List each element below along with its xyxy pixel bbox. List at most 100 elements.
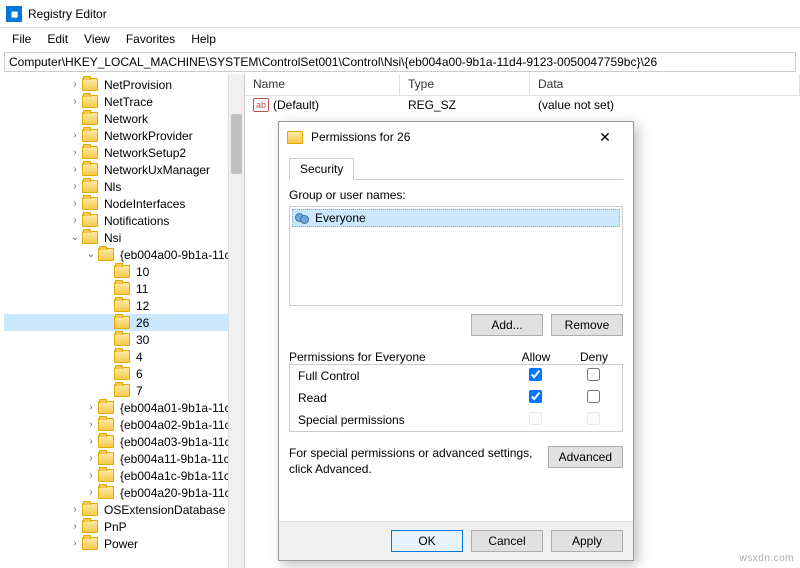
tree-item[interactable]: ›OSExtensionDatabase [4,501,244,518]
folder-icon [114,316,130,329]
folder-icon [82,214,98,227]
tree-item[interactable]: › {eb004a03-9b1a-11c [4,433,244,450]
tree-item[interactable]: 10 [4,263,244,280]
chevron-right-icon[interactable]: › [68,78,82,92]
allow-checkbox[interactable] [529,390,542,403]
chevron-down-icon[interactable]: ⌄ [84,248,98,262]
tree-item[interactable]: 4 [4,348,244,365]
chevron-right-icon[interactable]: › [84,435,98,449]
tree-item[interactable]: › {eb004a11-9b1a-11c [4,450,244,467]
folder-icon [98,401,114,414]
tree-item[interactable]: 30 [4,331,244,348]
tree-label: {eb004a11-9b1a-11c [118,452,232,466]
tree-item[interactable]: ›{eb004a02-9b1a-11c [4,416,244,433]
folder-icon [82,146,98,159]
chevron-right-icon[interactable]: › [68,129,82,143]
principals-listbox[interactable]: Everyone [289,206,623,306]
chevron-right-icon[interactable]: › [84,418,98,432]
folder-icon [114,265,130,278]
cancel-button[interactable]: Cancel [471,530,543,552]
chevron-right-icon[interactable]: › [68,146,82,160]
tree-item[interactable]: Network [4,110,244,127]
tree-item[interactable]: ›Notifications [4,212,244,229]
remove-button[interactable]: Remove [551,314,623,336]
deny-checkbox[interactable] [587,390,600,403]
tree-label: PnP [102,520,129,534]
tree-item[interactable]: ›NetworkProvider [4,127,244,144]
value-type: REG_SZ [400,98,530,112]
chevron-right-icon[interactable]: › [84,486,98,500]
folder-icon [82,129,98,142]
chevron-right-icon[interactable]: › [68,95,82,109]
chevron-down-icon[interactable]: ⌄ [68,231,82,245]
menu-favorites[interactable]: Favorites [118,30,183,48]
tree-item[interactable]: 7 [4,382,244,399]
chevron-right-icon[interactable]: › [68,520,82,534]
allow-checkbox[interactable] [529,368,542,381]
tree-item[interactable]: ›NetworkSetup2 [4,144,244,161]
tree-item[interactable]: 11 [4,280,244,297]
tree-item[interactable]: › NetProvision [4,76,244,93]
col-data[interactable]: Data [530,74,800,95]
tree-item[interactable]: ⌄ Nsi [4,229,244,246]
folder-icon [114,333,130,346]
address-bar[interactable]: Computer\HKEY_LOCAL_MACHINE\SYSTEM\Contr… [4,52,796,72]
chevron-right-icon[interactable]: › [84,469,98,483]
twisty-empty [100,265,114,279]
principal-item[interactable]: Everyone [292,209,620,227]
tree-item[interactable]: 6 [4,365,244,382]
dialog-titlebar[interactable]: Permissions for 26 ✕ [279,122,633,152]
chevron-right-icon[interactable]: › [68,214,82,228]
tree-label: Nls [102,180,123,194]
tree-item[interactable]: › Nls [4,178,244,195]
tree-pane[interactable]: › NetProvision › NetTrace Network›NetworkPro… [0,74,245,568]
tree-item[interactable]: ›Power [4,535,244,552]
menu-help[interactable]: Help [183,30,224,48]
permissions-table: Full ControlReadSpecial permissions [289,364,623,432]
permission-row: Special permissions [290,409,622,431]
col-type[interactable]: Type [400,74,530,95]
advanced-button[interactable]: Advanced [548,446,623,468]
value-row[interactable]: ab(Default)REG_SZ(value not set) [245,96,800,114]
tree-label: NetProvision [102,78,174,92]
tree-item[interactable]: › NodeInterfaces [4,195,244,212]
chevron-right-icon[interactable]: › [68,163,82,177]
tree-label: {eb004a20-9b1a-11c [118,486,233,500]
tree-scrollbar[interactable] [228,74,244,568]
col-name[interactable]: Name [245,74,400,95]
tab-security[interactable]: Security [289,158,354,180]
tree-label: 10 [134,265,151,279]
permission-name: Read [290,391,506,405]
chevron-right-icon[interactable]: › [68,503,82,517]
tree-item[interactable]: › {eb004a20-9b1a-11c [4,484,244,501]
tree-item[interactable]: › NetTrace [4,93,244,110]
chevron-right-icon[interactable]: › [84,401,98,415]
tree-item[interactable]: 12 [4,297,244,314]
add-button[interactable]: Add... [471,314,543,336]
chevron-right-icon[interactable]: › [68,537,82,551]
folder-icon [114,282,130,295]
menu-edit[interactable]: Edit [39,30,76,48]
tree-label: Network [102,112,150,126]
tree-item[interactable]: ⌄{eb004a00-9b1a-11c [4,246,244,263]
tree-item[interactable]: 26 [4,314,244,331]
tree-item[interactable]: ›NetworkUxManager [4,161,244,178]
close-icon[interactable]: ✕ [585,124,625,150]
chevron-right-icon[interactable]: › [68,180,82,194]
menu-file[interactable]: File [4,30,39,48]
tree-label: Nsi [102,231,123,245]
tree-label: NetTrace [102,95,155,109]
chevron-right-icon[interactable]: › [68,197,82,211]
tree-item[interactable]: ›{eb004a1c-9b1a-11c [4,467,244,484]
chevron-right-icon[interactable]: › [84,452,98,466]
tree-label: 12 [134,299,151,313]
tree-label: {eb004a03-9b1a-11c [118,435,233,449]
ok-button[interactable]: OK [391,530,463,552]
dialog-tabs: Security [289,156,623,180]
tree-label: NodeInterfaces [102,197,187,211]
menu-view[interactable]: View [76,30,118,48]
tree-item[interactable]: ›{eb004a01-9b1a-11c [4,399,244,416]
apply-button[interactable]: Apply [551,530,623,552]
deny-checkbox[interactable] [587,368,600,381]
tree-item[interactable]: › PnP [4,518,244,535]
